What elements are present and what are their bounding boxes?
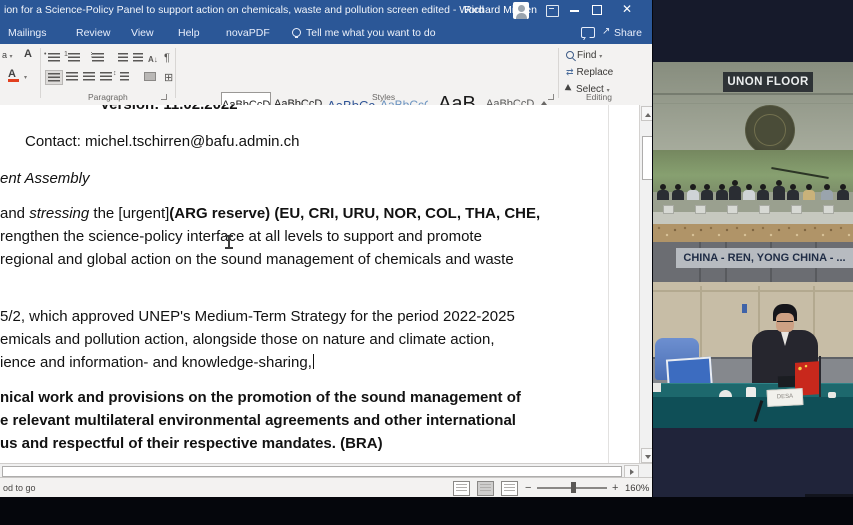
text-highlight-icon[interactable]: a ▾ bbox=[2, 50, 13, 60]
meeting-video-panel: UNON FLOOR bbox=[653, 0, 853, 525]
doc-para2-line1: 5/2, which approved UNEP's Medium-Term S… bbox=[0, 308, 515, 325]
text-insertion-caret bbox=[313, 354, 314, 369]
zoom-level[interactable]: 160% bbox=[625, 483, 649, 494]
app-bottom-strip bbox=[0, 497, 853, 525]
comments-icon[interactable] bbox=[581, 27, 595, 38]
doc-para1-line2: rengthen the science-policy interface at… bbox=[0, 228, 482, 245]
zoom-in-button[interactable]: + bbox=[612, 482, 618, 494]
ribbon-display-options-icon[interactable] bbox=[546, 5, 559, 17]
doc-para1-line1: and stressing the [urgent](ARG reserve) … bbox=[0, 205, 540, 222]
align-center-icon[interactable] bbox=[64, 70, 80, 83]
doc-para2-line2: emicals and pollution action, alongside … bbox=[0, 331, 494, 348]
share-button[interactable]: Share bbox=[614, 27, 642, 39]
podium-front bbox=[653, 224, 853, 242]
doc-para2-line3: ience and information- and knowledge-sha… bbox=[0, 354, 314, 371]
borders-icon[interactable]: ⊞ bbox=[164, 68, 180, 81]
horizontal-scrollbar[interactable] bbox=[0, 463, 652, 478]
styles-group-label: Styles bbox=[372, 92, 395, 102]
show-formatting-icon[interactable]: ¶ bbox=[164, 48, 180, 61]
delegate-glasses bbox=[777, 321, 793, 325]
feed2-label: CHINA - REN, YONG CHINA - ... bbox=[676, 248, 853, 268]
tab-help[interactable]: Help bbox=[178, 27, 200, 39]
shading-icon[interactable] bbox=[142, 70, 158, 83]
status-message: od to go bbox=[3, 483, 36, 493]
doc-para3-line2: e relevant multilateral environmental ag… bbox=[0, 412, 516, 429]
editing-group-label: Editing bbox=[586, 92, 612, 102]
font-color-icon[interactable]: A bbox=[8, 68, 16, 80]
minimize-button[interactable] bbox=[570, 10, 579, 12]
horizontal-scroll-thumb[interactable] bbox=[2, 466, 622, 477]
video-feed-unon-floor[interactable]: UNON FLOOR bbox=[653, 62, 853, 242]
wall-switch bbox=[742, 304, 747, 313]
web-layout-button[interactable] bbox=[501, 481, 518, 496]
doc-line-contact: Contact: michel.tschirren@bafu.admin.ch bbox=[25, 133, 300, 150]
video-feed-china[interactable]: DESA CHINA - REN, YONG CHINA - ... bbox=[653, 242, 853, 428]
doc-para1-line3: regional and global action on the sound … bbox=[0, 251, 514, 268]
tell-me-icon bbox=[292, 28, 301, 37]
status-bar: od to go − + 160% bbox=[0, 477, 652, 497]
group-divider bbox=[175, 48, 176, 98]
zoom-slider-thumb[interactable] bbox=[571, 482, 576, 493]
page-right-edge bbox=[608, 105, 609, 463]
paper-left-edge bbox=[653, 383, 661, 392]
styles-dialog-launcher[interactable] bbox=[548, 94, 554, 100]
screen: ion for a Science-Policy Panel to suppor… bbox=[0, 0, 853, 525]
tab-review[interactable]: Review bbox=[76, 27, 110, 39]
doc-line-version: Version: 11.02.2022 bbox=[100, 105, 238, 113]
title-bar: ion for a Science-Policy Panel to suppor… bbox=[0, 0, 652, 22]
document-canvas[interactable]: Version: 11.02.2022 Contact: michel.tsch… bbox=[0, 105, 639, 463]
avatar[interactable] bbox=[513, 2, 529, 19]
ribbon-tab-bar: Mailings Review View Help novaPDF Tell m… bbox=[0, 22, 652, 44]
microphone-boom bbox=[771, 167, 828, 179]
scroll-down-icon[interactable] bbox=[641, 448, 652, 463]
replace-button[interactable]: ⇄Replace bbox=[566, 67, 613, 78]
doc-para3-line1: nical work and provisions on the promoti… bbox=[0, 389, 521, 406]
find-button[interactable]: Find ▾ bbox=[566, 50, 602, 61]
read-mode-button[interactable] bbox=[453, 481, 470, 496]
bullets-icon[interactable]: • bbox=[46, 51, 62, 64]
zoom-out-button[interactable]: − bbox=[525, 482, 531, 494]
align-right-icon[interactable] bbox=[81, 70, 97, 83]
find-icon bbox=[566, 51, 574, 59]
tab-mailings[interactable]: Mailings bbox=[8, 27, 47, 39]
replace-icon: ⇄ bbox=[566, 67, 574, 77]
group-divider bbox=[558, 48, 559, 98]
paragraph-dialog-launcher[interactable] bbox=[161, 94, 167, 100]
multilevel-list-icon[interactable]: ⋮ bbox=[90, 51, 106, 64]
group-divider bbox=[40, 48, 41, 98]
align-left-icon[interactable] bbox=[45, 70, 63, 85]
tab-novapdf[interactable]: novaPDF bbox=[226, 27, 270, 39]
vertical-scroll-thumb[interactable] bbox=[642, 136, 653, 180]
podium-desk bbox=[653, 212, 853, 224]
share-icon: ↗ bbox=[602, 26, 610, 37]
increase-indent-icon[interactable] bbox=[131, 51, 147, 64]
close-button[interactable]: ✕ bbox=[617, 2, 637, 16]
print-layout-button[interactable] bbox=[477, 481, 494, 496]
doc-para3-line3: us and respectful of their respective ma… bbox=[0, 435, 383, 452]
word-window: ion for a Science-Policy Panel to suppor… bbox=[0, 0, 652, 497]
vertical-scrollbar[interactable] bbox=[639, 105, 652, 463]
doc-line-assembly: ent Assembly bbox=[0, 170, 89, 187]
tab-view[interactable]: View bbox=[131, 27, 154, 39]
restore-button[interactable] bbox=[592, 5, 602, 15]
tell-me-box[interactable]: Tell me what you want to do bbox=[306, 27, 436, 39]
sort-icon[interactable]: A↓ bbox=[148, 49, 164, 62]
decrease-indent-icon[interactable] bbox=[114, 51, 130, 64]
small-white-item bbox=[828, 392, 836, 398]
select-icon bbox=[565, 84, 574, 93]
line-spacing-icon[interactable]: ↕ bbox=[115, 70, 131, 83]
desk-nameplate: DESA bbox=[767, 388, 804, 407]
text-effects-icon[interactable]: A bbox=[24, 48, 32, 60]
font-color-caret-icon[interactable]: ▾ bbox=[24, 74, 27, 81]
justify-icon[interactable] bbox=[98, 70, 114, 83]
ribbon: a ▾ A A ▾ • 1 ⋮ A↓ ¶ ↕ ⊞ Paragraph bbox=[0, 44, 652, 106]
feed1-label: UNON FLOOR bbox=[723, 72, 813, 92]
numbering-icon[interactable]: 1 bbox=[66, 51, 82, 64]
table-front bbox=[653, 397, 853, 428]
un-emblem bbox=[745, 105, 795, 155]
mouse-ibeam-cursor bbox=[224, 235, 234, 249]
window-title: ion for a Science-Policy Panel to suppor… bbox=[4, 4, 484, 16]
scroll-up-icon[interactable] bbox=[641, 106, 652, 121]
paragraph-group-label: Paragraph bbox=[88, 92, 128, 102]
